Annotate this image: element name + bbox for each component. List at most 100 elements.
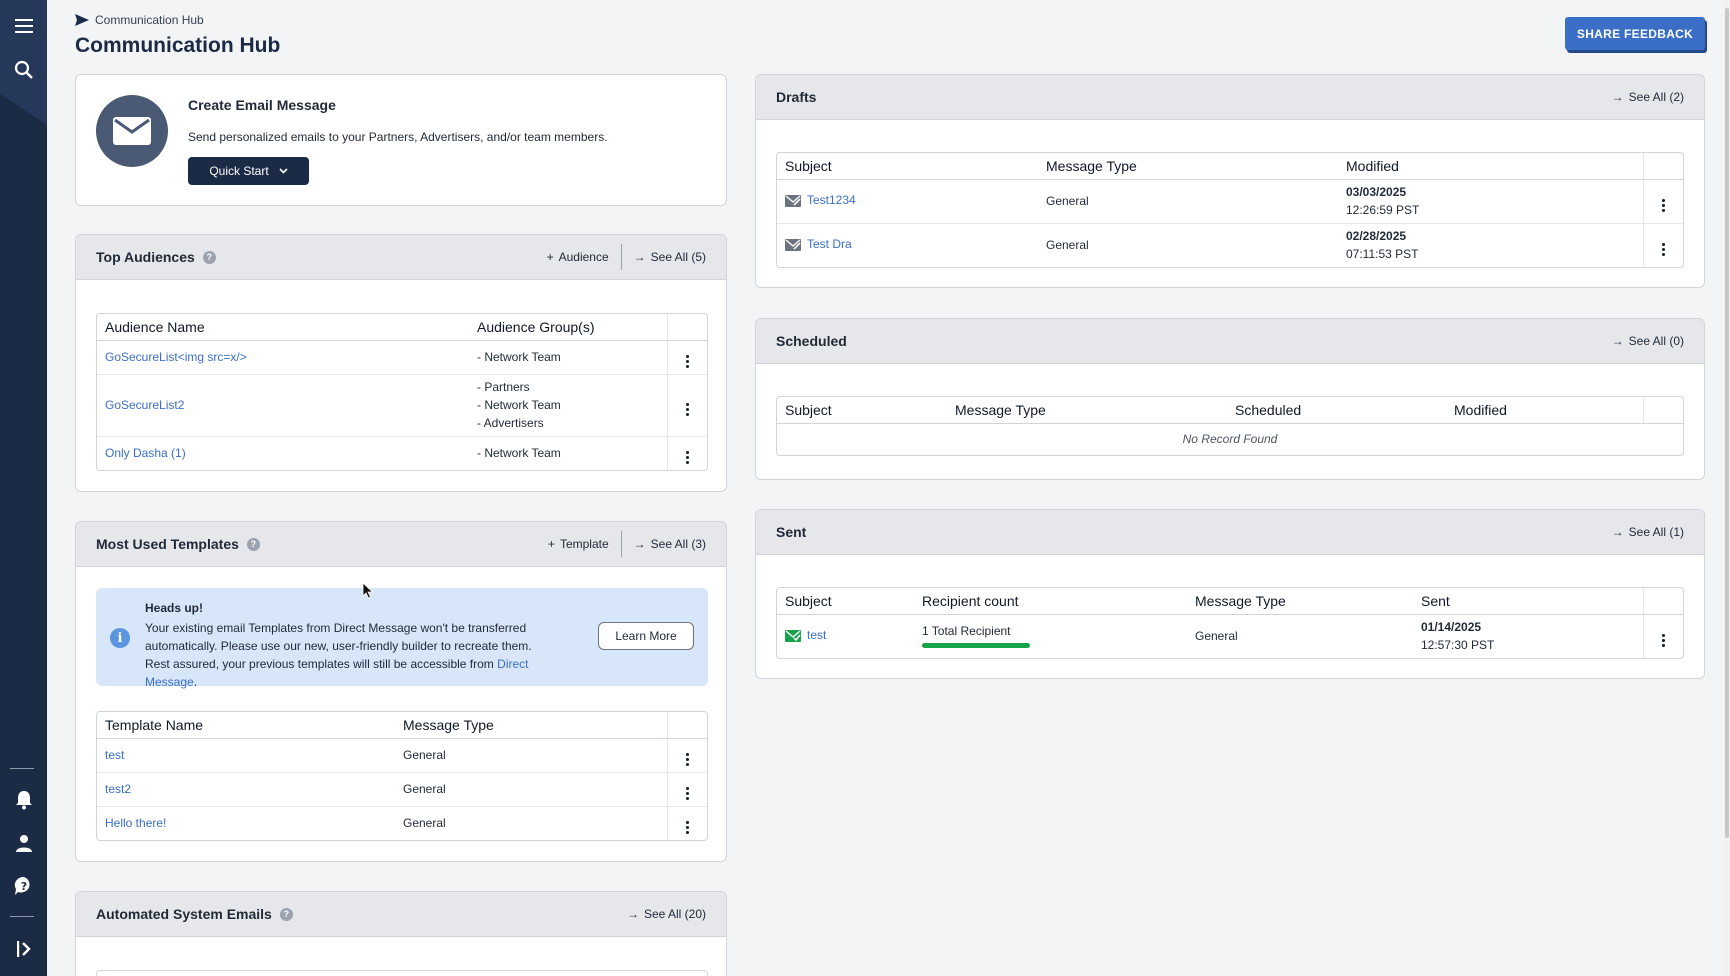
- draft-type: General: [1038, 178, 1338, 223]
- expand-sidebar-icon[interactable]: [8, 933, 39, 964]
- automated-emails-title: Automated System Emails: [96, 906, 272, 922]
- more-options-icon[interactable]: [666, 771, 707, 806]
- column-header[interactable]: Message Type: [1038, 153, 1338, 180]
- add-audience-button[interactable]: + Audience: [535, 244, 621, 270]
- notice-end: .: [193, 675, 198, 689]
- learn-more-button[interactable]: Learn More: [598, 622, 694, 650]
- audiences-table: Audience Name Audience Group(s) GoSecure…: [96, 313, 708, 471]
- see-all-sent-button[interactable]: → See All (1): [1600, 519, 1684, 545]
- see-all-scheduled-button[interactable]: → See All (0): [1600, 328, 1684, 354]
- recipient-progress-bar: [922, 643, 1030, 649]
- automated-emails-header: Automated System Emails ? → See All (20): [76, 892, 726, 937]
- sent-time: 12:57:30 PST: [1421, 638, 1495, 653]
- audience-group: - Partners: [477, 380, 530, 394]
- notice-title: Heads up!: [145, 601, 204, 615]
- create-email-card: Create Email Message Send personalized e…: [75, 74, 727, 206]
- column-header[interactable]: Modified: [1338, 153, 1643, 180]
- column-header[interactable]: Subject: [777, 153, 1038, 180]
- table-row: GoSecureList<img src=x/> - Network Team: [97, 339, 707, 374]
- draft-subject-link[interactable]: Test Dra: [807, 237, 852, 251]
- more-options-icon[interactable]: [1642, 178, 1683, 223]
- table-row: Test Dra General 02/28/2025 07:11:53 PST: [777, 222, 1683, 267]
- column-header[interactable]: Recipient count: [914, 588, 1187, 615]
- drafts-title: Drafts: [776, 89, 817, 105]
- see-all-automated-label: See All (20): [643, 907, 706, 921]
- scrollbar[interactable]: [1724, 0, 1730, 976]
- notice-body: Your existing email Templates from Direc…: [145, 621, 532, 671]
- audience-name-link[interactable]: Only Dasha (1): [97, 435, 469, 470]
- quick-start-label: Quick Start: [209, 164, 269, 178]
- audience-name-link[interactable]: GoSecureList<img src=x/>: [97, 339, 469, 374]
- quick-start-button[interactable]: Quick Start: [188, 157, 309, 185]
- template-type: General: [395, 771, 667, 806]
- draft-time: 07:11:53 PST: [1346, 247, 1419, 262]
- bell-icon[interactable]: [8, 784, 39, 815]
- draft-subject-link[interactable]: Test1234: [807, 193, 856, 207]
- more-options-icon[interactable]: [1642, 222, 1683, 267]
- more-options-icon[interactable]: [666, 805, 707, 840]
- column-header[interactable]: Scheduled: [1227, 397, 1446, 424]
- drafts-header: Drafts → See All (2): [756, 75, 1704, 120]
- user-icon[interactable]: [8, 827, 39, 858]
- menu-icon[interactable]: [8, 10, 39, 41]
- help-circle-icon[interactable]: ?: [279, 907, 293, 921]
- column-header[interactable]: Sent: [1413, 588, 1643, 615]
- scrollbar-thumb[interactable]: [1725, 8, 1729, 838]
- see-all-automated-button[interactable]: → See All (20): [615, 901, 706, 927]
- breadcrumb-label[interactable]: Communication Hub: [95, 13, 204, 27]
- column-header[interactable]: Message Type: [395, 712, 667, 739]
- heads-up-notice: i Heads up! Your existing email Template…: [96, 588, 708, 689]
- column-header[interactable]: Audience Name: [97, 314, 469, 341]
- column-header[interactable]: Modified: [1446, 397, 1643, 424]
- draft-date: 03/03/2025: [1346, 185, 1407, 199]
- sent-subject-link[interactable]: test: [807, 628, 826, 642]
- arrow-right-icon: →: [626, 907, 639, 921]
- sent-title: Sent: [776, 524, 807, 540]
- template-name-link[interactable]: Hello there!: [97, 805, 395, 840]
- scheduled-card: Scheduled → See All (0) Subject Message T…: [755, 318, 1705, 480]
- see-all-templates-button[interactable]: → See All (3): [622, 531, 706, 557]
- see-all-audiences-button[interactable]: → See All (5): [622, 244, 706, 270]
- table-row: Only Dasha (1) - Network Team: [97, 435, 707, 470]
- column-header[interactable]: Template Name: [97, 712, 395, 739]
- search-icon[interactable]: [8, 54, 39, 85]
- template-type: General: [395, 805, 667, 840]
- more-options-icon[interactable]: [666, 339, 707, 374]
- help-circle-icon[interactable]: ?: [202, 250, 216, 264]
- help-icon[interactable]: ?: [8, 870, 39, 901]
- templates-card: Most Used Templates ? + Template → See All…: [75, 521, 727, 862]
- more-options-icon[interactable]: [1642, 613, 1683, 658]
- draft-type: General: [1038, 222, 1338, 267]
- draft-envelope-icon: [785, 194, 801, 207]
- column-header[interactable]: Message Type: [1187, 588, 1413, 615]
- audience-group: - Advertisers: [477, 416, 544, 430]
- arrow-right-icon: →: [1611, 525, 1624, 539]
- table-row: test2 General: [97, 771, 707, 806]
- table-row: No Record Found: [777, 422, 1683, 455]
- arrow-right-icon: →: [1611, 334, 1624, 348]
- see-all-audiences-label: See All (5): [650, 250, 706, 264]
- audience-name-link[interactable]: GoSecureList2: [97, 373, 469, 436]
- template-name-link[interactable]: test: [97, 737, 395, 772]
- top-audiences-title: Top Audiences: [96, 249, 195, 265]
- templates-table: Template Name Message Type test General …: [96, 711, 708, 841]
- see-all-drafts-label: See All (2): [1628, 90, 1684, 104]
- create-email-title: Create Email Message: [188, 97, 336, 113]
- more-options-icon[interactable]: [666, 737, 707, 772]
- scheduled-title: Scheduled: [776, 333, 847, 349]
- page-title: Communication Hub: [75, 34, 281, 57]
- scheduled-table: Subject Message Type Scheduled Modified …: [776, 396, 1684, 456]
- help-circle-icon[interactable]: ?: [246, 537, 260, 551]
- see-all-drafts-button[interactable]: → See All (2): [1600, 84, 1684, 110]
- column-header[interactable]: Message Type: [947, 397, 1227, 424]
- see-all-scheduled-label: See All (0): [1628, 334, 1684, 348]
- template-name-link[interactable]: test2: [97, 771, 395, 806]
- arrow-right-icon: →: [1611, 90, 1624, 104]
- column-header[interactable]: Subject: [777, 397, 947, 424]
- more-options-icon[interactable]: [666, 435, 707, 470]
- share-feedback-button[interactable]: SHARE FEEDBACK: [1565, 17, 1705, 50]
- more-options-icon[interactable]: [666, 373, 707, 436]
- add-template-button[interactable]: + Template: [536, 531, 621, 557]
- column-header[interactable]: Subject: [777, 588, 914, 615]
- column-header[interactable]: Audience Group(s): [469, 314, 667, 341]
